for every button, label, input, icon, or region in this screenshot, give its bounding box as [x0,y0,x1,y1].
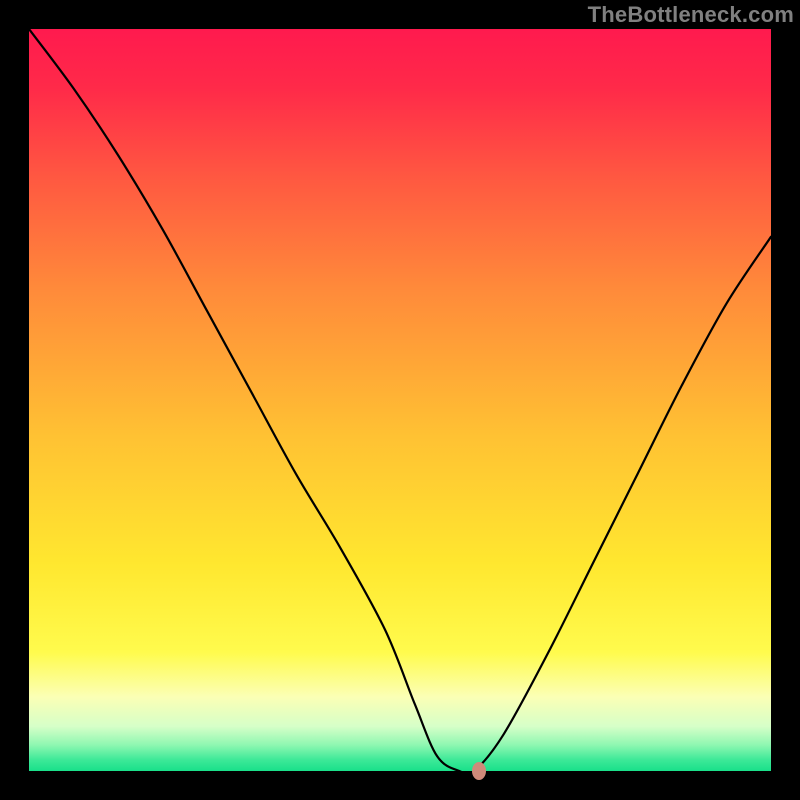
optimal-point-marker [472,762,486,780]
chart-frame: TheBottleneck.com [0,0,800,800]
watermark-text: TheBottleneck.com [588,2,794,28]
plot-area [29,29,771,771]
gradient-background [29,29,771,771]
plot-svg [29,29,771,771]
